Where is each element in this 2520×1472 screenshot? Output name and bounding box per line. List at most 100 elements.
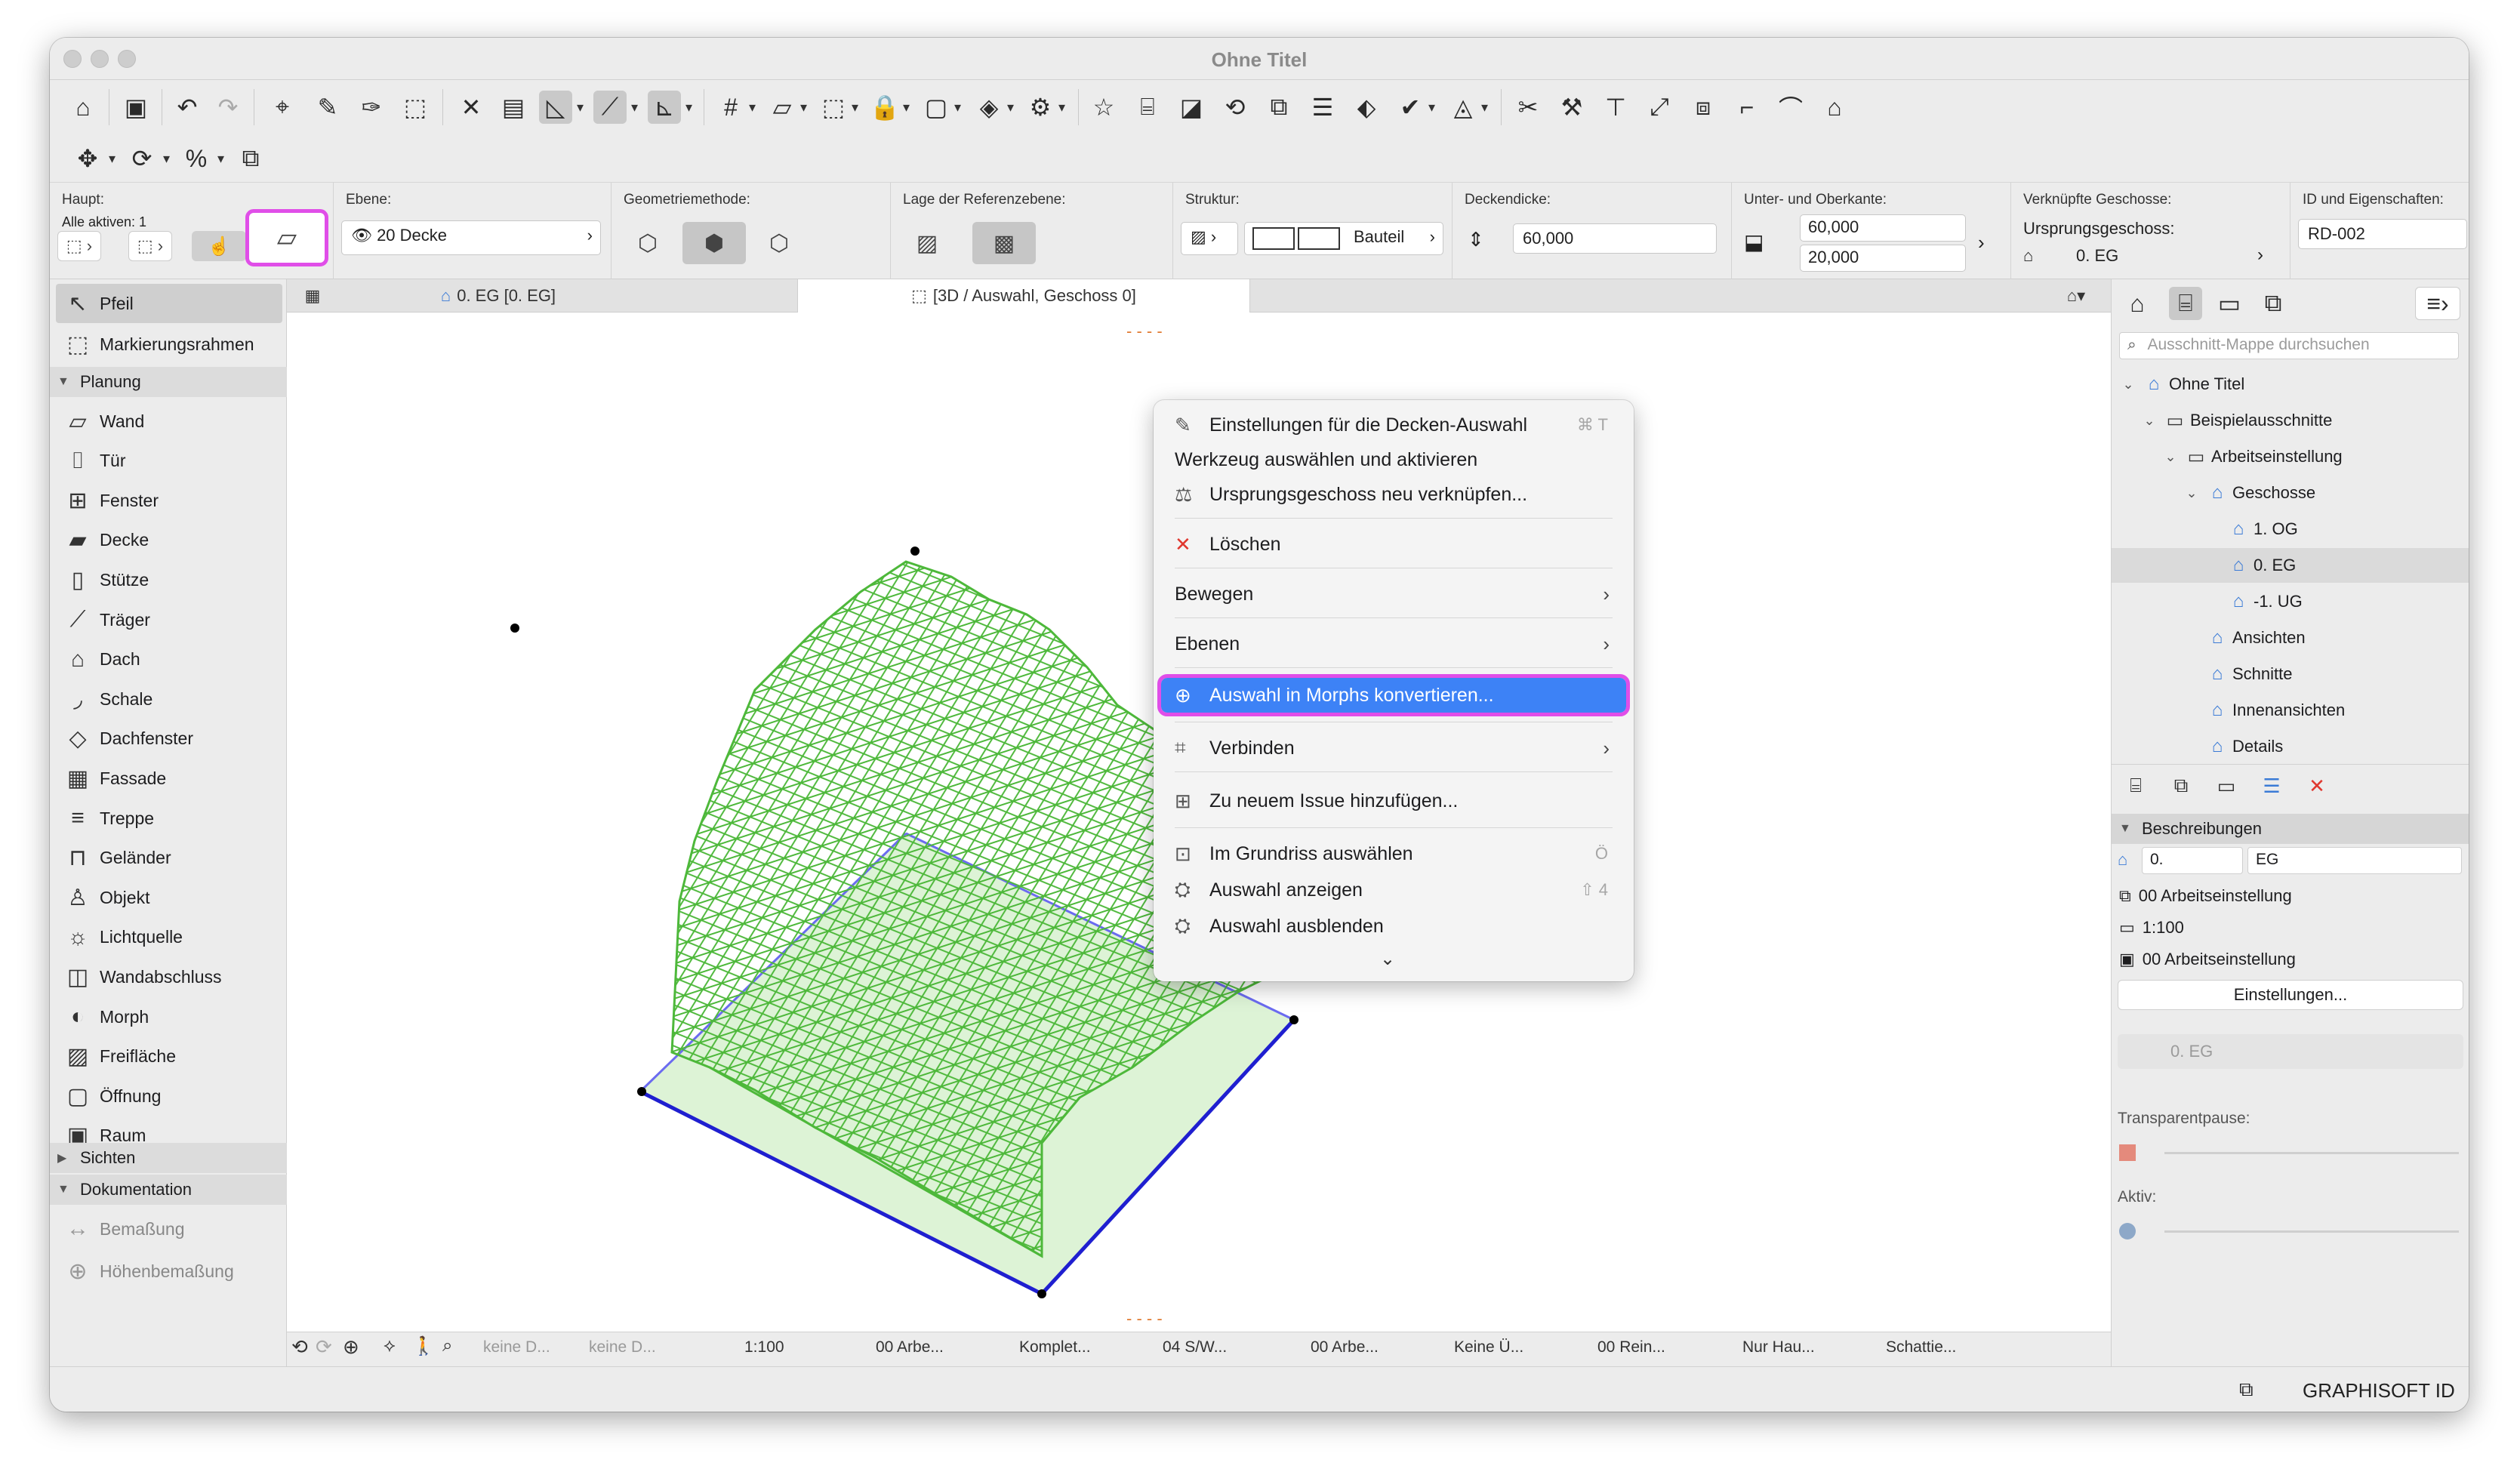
view-map-icon[interactable]: ⌸ [2169,287,2202,320]
tool-pfeil[interactable]: ↖ Pfeil [56,284,282,323]
layers-icon[interactable]: ⧉ [1262,91,1295,124]
chevron-down-icon[interactable]: ▾ [685,100,692,115]
3d-cut-icon[interactable]: ◈ [972,91,1006,124]
menu-item-select-tool[interactable]: Werkzeug auswählen und aktivieren [1161,442,1626,477]
tool-bemassung[interactable]: ↔ Bemaßung [56,1209,282,1249]
tab-overview-icon[interactable]: ▦ [294,279,331,313]
chevron-down-icon[interactable]: ▾ [903,100,910,115]
status-scale[interactable]: 1:100 [744,1338,784,1357]
status-item[interactable]: 00 Arbe... [1311,1338,1379,1357]
offset-icon[interactable]: ⧈ [1687,91,1720,124]
tree-item[interactable]: ⌂ Details [2112,729,2469,759]
status-item[interactable]: 00 Rein... [1597,1338,1665,1357]
color-wheel-icon[interactable] [2119,1223,2136,1239]
intersect-icon[interactable]: ✕ [454,91,488,124]
chevron-down-icon[interactable]: ▾ [800,100,807,115]
active-slider[interactable] [2164,1230,2459,1233]
graphisoft-id-label[interactable]: GRAPHISOFT ID [2303,1379,2455,1403]
guide-line-icon[interactable]: ◺ [539,91,572,124]
transparency-slider[interactable] [2164,1152,2459,1154]
tag-icon[interactable]: ⬖ [1350,91,1383,124]
status-item[interactable]: Nur Hau... [1742,1338,1815,1357]
basic-geometry-icon[interactable]: ⬡ [624,222,672,264]
dokumentation-header[interactable]: ▼ Dokumentation [50,1175,287,1205]
display-order-icon[interactable]: ▢ [920,91,953,124]
hotspot[interactable] [510,624,519,633]
menu-item-relink[interactable]: ⚖ Ursprungsgeschoss neu verknüpfen... [1161,477,1626,512]
tool-lamp[interactable]: ☼ Lichtquelle [56,918,282,957]
reference-top-icon[interactable]: ▨ [903,222,951,264]
redo-icon[interactable]: ↷ [211,91,245,124]
tree-item[interactable]: ⌄ ⌂ Geschosse [2112,476,2469,510]
menu-item-hide-selection[interactable]: ⛭ Auswahl ausblenden [1161,909,1626,944]
zoom-fit-icon[interactable]: ⌕ [442,1335,452,1357]
status-item[interactable]: Schattie... [1886,1338,1956,1357]
chevron-down-icon[interactable]: ⌄ [1380,948,1395,970]
splitter-handle[interactable]: - - - - [1126,1309,1163,1328]
menu-item-select-in-plan[interactable]: ⊡ Im Grundriss auswählen Ö [1161,836,1626,871]
elevate-icon[interactable]: ⊤ [1599,91,1632,124]
snap-guides-icon[interactable]: ⟋ [593,91,627,124]
status-item[interactable]: 00 Arbe... [876,1338,944,1357]
menu-item-show-selection[interactable]: ⛭ Auswahl anzeigen ⇧ 4 [1161,873,1626,907]
marquee-option-icon[interactable]: ⬚ › [128,231,172,261]
hotspot[interactable] [910,547,920,556]
publisher-icon[interactable]: ⧉ [2257,287,2290,320]
edit-plane-icon[interactable]: ▱ [766,91,799,124]
planung-header[interactable]: ▼ Planung [50,367,287,397]
rotate-icon[interactable]: ⟳ [125,142,159,175]
tab-3d-view[interactable]: ⬚ [3D / Auswahl, Geschoss 0] [797,279,1250,313]
favorites-icon[interactable]: ☆ [1087,91,1120,124]
chevron-down-icon[interactable]: ⌄ [2139,413,2160,429]
undo-icon[interactable]: ↶ [171,91,204,124]
fillet-icon[interactable]: ⌒ [1774,91,1807,124]
tree-item[interactable]: ⌄ ⌂ Ohne Titel [2112,367,2469,402]
tool-shell[interactable]: ◞ Schale [56,679,282,719]
roof-trim-icon[interactable]: ⌂ [1818,91,1851,124]
tool-markierungsrahmen[interactable]: ⬚ Markierungsrahmen [56,325,282,364]
menu-item-add-issue[interactable]: ⊞ Zu neuem Issue hinzufügen... [1161,784,1626,818]
tab-options-icon[interactable]: ⌂▾ [2046,279,2106,313]
tree-item[interactable]: ⌂ Ansichten [2112,621,2469,655]
lock-icon[interactable]: 🔒 [868,91,901,124]
tool-railing[interactable]: ⊓ Geländer [56,839,282,878]
tool-beam[interactable]: ⟋ Träger [56,600,282,639]
tool-stair[interactable]: ≡ Treppe [56,799,282,838]
attributes-icon[interactable]: ☰ [1306,91,1339,124]
tool-slab[interactable]: ▰ Decke [56,521,282,560]
layer-select[interactable]: 👁 20 Decke › [341,220,601,255]
resize-icon[interactable]: ⤢ [1643,91,1676,124]
snap-points-icon[interactable]: ⊾ [648,91,681,124]
menu-item-connect[interactable]: ⌗ Verbinden › [1161,731,1626,765]
status-item[interactable]: 04 S/W... [1163,1338,1227,1357]
tool-wall[interactable]: ▱ Wand [56,402,282,441]
sloped-geometry-icon[interactable]: ⬢ [682,222,746,264]
tree-item[interactable]: ⌂ -1. UG [2112,584,2469,619]
chevron-down-icon[interactable]: ⌄ [2118,377,2139,393]
slab-tool-icon[interactable]: ▱ [245,209,328,266]
color-swatch[interactable] [2119,1144,2136,1161]
chevron-right-icon[interactable]: › [2257,245,2263,266]
tree-item[interactable]: ⌂ Innenansichten [2112,693,2469,728]
section-icon[interactable]: ◪ [1175,91,1208,124]
chevron-down-icon[interactable]: ▾ [1428,100,1435,115]
tree-item[interactable]: ⌂ 0. EG [2112,548,2469,583]
clone-view-icon[interactable]: ⧉ [2164,769,2198,802]
home-icon[interactable]: ⌂ [66,91,100,124]
3d-explore-icon[interactable]: ⚙ [1024,91,1057,124]
view-id-input[interactable]: 0. [2142,847,2243,874]
chevron-down-icon[interactable]: ▾ [749,100,756,115]
top-elevation-input[interactable]: 60,000 [1800,214,1966,242]
tool-opening[interactable]: ▢ Öffnung [56,1076,282,1116]
sichten-header[interactable]: ▶ Sichten [50,1143,287,1173]
selection-filter-icon[interactable]: ⬚ › [57,231,101,261]
thickness-input[interactable]: 60,000 [1513,223,1717,254]
bottom-elevation-input[interactable]: 20,000 [1800,245,1966,272]
walk-icon[interactable]: 🚶 [412,1335,435,1357]
menu-icon[interactable]: ≡› [2415,287,2460,320]
grid-icon[interactable]: # [714,91,747,124]
beschreibungen-header[interactable]: ▼ Beschreibungen [2112,814,2469,844]
3d-view-icon[interactable]: ⌸ [1131,91,1164,124]
structure-type-select[interactable]: ▨ › [1181,222,1238,255]
measure-icon[interactable]: ▤ [497,91,530,124]
